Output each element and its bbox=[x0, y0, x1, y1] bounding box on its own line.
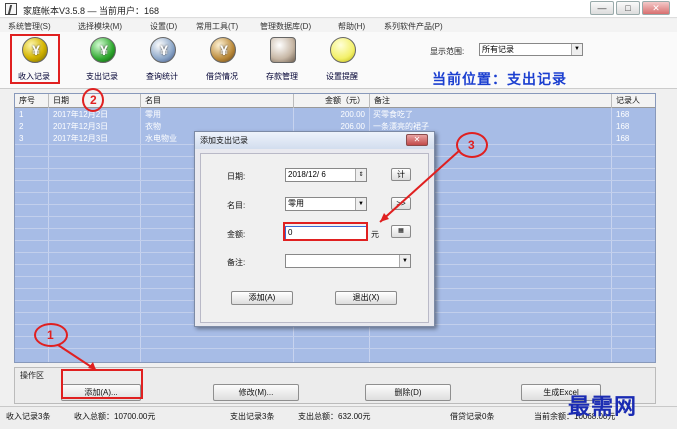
annotation-arrows bbox=[57, 149, 461, 371]
arrow-to-amount bbox=[379, 149, 461, 223]
watermark: 最需网 bbox=[568, 394, 638, 420]
